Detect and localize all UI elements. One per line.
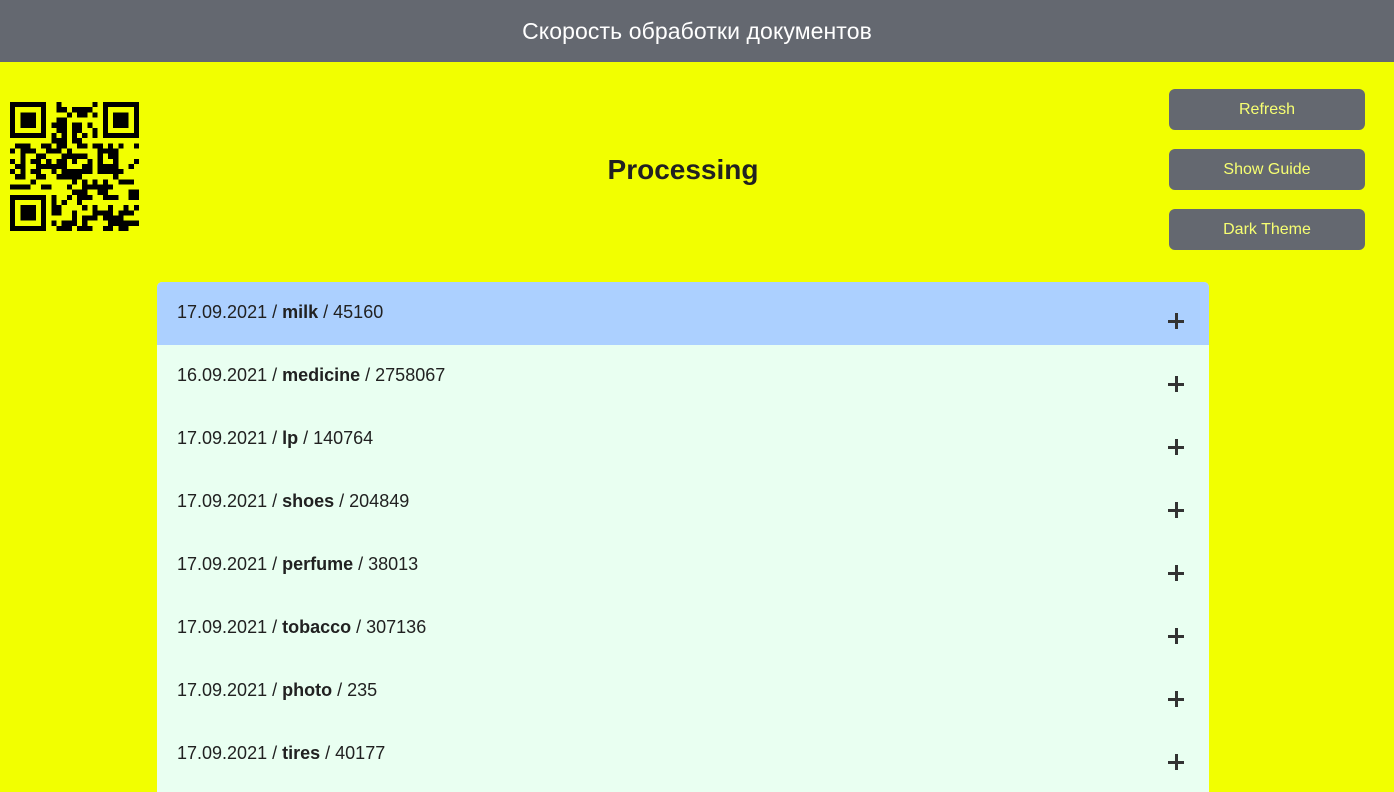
list-item[interactable]: 17.09.2021 / milk / 45160 [157,282,1209,345]
list-item[interactable]: 17.09.2021 / photo / 235 [157,660,1209,723]
list-item-text: 17.09.2021 / tobacco / 307136 [177,617,427,637]
item-date: 17.09.2021 [177,302,268,322]
item-category: tobacco [282,617,352,637]
item-category: photo [282,680,333,700]
item-count: 45160 [333,302,384,322]
item-category: milk [282,302,319,322]
item-date: 17.09.2021 [177,743,268,763]
list-item-text: 17.09.2021 / shoes / 204849 [177,491,410,511]
item-count: 38013 [368,554,419,574]
list-item-text: 17.09.2021 / lp / 140764 [177,428,374,448]
list-item[interactable]: 17.09.2021 / lp / 140764 [157,408,1209,471]
item-count: 307136 [366,617,427,637]
list-item-text: 16.09.2021 / medicine / 2758067 [177,365,446,385]
plus-icon[interactable] [1168,754,1184,770]
plus-icon[interactable] [1168,313,1184,329]
item-date: 17.09.2021 [177,680,268,700]
app-title: Скорость обработки документов [522,17,872,44]
plus-icon[interactable] [1168,565,1184,581]
list-item[interactable]: 17.09.2021 / shoes / 204849 [157,471,1209,534]
list-item-text: 17.09.2021 / perfume / 38013 [177,554,419,574]
list-item-text: 17.09.2021 / photo / 235 [177,680,378,700]
item-count: 40177 [335,743,386,763]
processing-list: 17.09.2021 / milk / 45160 16.09.2021 / me… [157,282,1209,792]
action-buttons: Refresh Show Guide Dark Theme [1169,89,1365,269]
item-date: 17.09.2021 [177,554,268,574]
plus-icon[interactable] [1168,691,1184,707]
refresh-button[interactable]: Refresh [1169,89,1365,130]
item-category: shoes [282,491,335,511]
plus-icon[interactable] [1168,376,1184,392]
show-guide-button[interactable]: Show Guide [1169,149,1365,190]
list-item-text: 17.09.2021 / milk / 45160 [177,302,384,322]
plus-icon[interactable] [1168,439,1184,455]
list-item[interactable]: 16.09.2021 / medicine / 2758067 [157,345,1209,408]
item-date: 16.09.2021 [177,365,268,385]
plus-icon[interactable] [1168,628,1184,644]
item-count: 140764 [313,428,374,448]
item-category: perfume [282,554,354,574]
list-item[interactable]: 17.09.2021 / tobacco / 307136 [157,597,1209,660]
plus-icon[interactable] [1168,502,1184,518]
item-category: medicine [282,365,361,385]
item-count: 204849 [349,491,410,511]
dark-theme-button[interactable]: Dark Theme [1169,209,1365,250]
item-category: tires [282,743,321,763]
item-date: 17.09.2021 [177,491,268,511]
list-item[interactable]: 17.09.2021 / perfume / 38013 [157,534,1209,597]
item-category: lp [282,428,299,448]
item-date: 17.09.2021 [177,617,268,637]
item-count: 235 [347,680,378,700]
page-title: Processing [607,154,759,185]
item-date: 17.09.2021 [177,428,268,448]
list-item-text: 17.09.2021 / tires / 40177 [177,743,386,763]
top-bar: Скорость обработки документов [0,0,1394,62]
item-count: 2758067 [375,365,446,385]
